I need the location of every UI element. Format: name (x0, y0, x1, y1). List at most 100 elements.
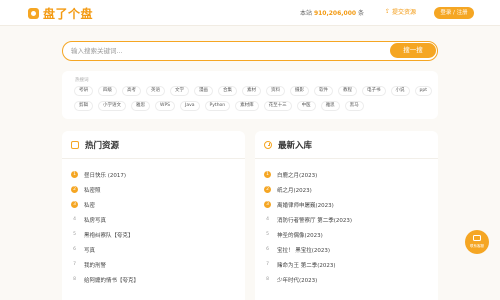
hot-search-card: 热搜词 考研 四级 高考 英语 文学 漫画 合集 素材 资料 摄影 软件 教程 … (62, 71, 438, 119)
hot-tag[interactable]: WPS (155, 101, 176, 111)
rank-number: 5 (73, 232, 76, 237)
hot-tag[interactable]: 教程 (338, 86, 357, 96)
rank-number: 6 (266, 247, 269, 252)
item-title: 少年时代(2023) (277, 277, 318, 284)
hot-tag[interactable]: 考研 (74, 86, 93, 96)
hot-tag[interactable]: 雅思 (131, 101, 150, 111)
item-title: 私密照 (84, 187, 101, 194)
item-title: 写真 (84, 247, 96, 254)
logo-icon (28, 8, 39, 19)
rank-number: 7 (266, 262, 269, 267)
rank-badge: 2 (71, 186, 78, 193)
hot-tag[interactable]: 中医 (296, 101, 316, 111)
customer-service-button[interactable]: 联系客服 (465, 230, 489, 254)
logo-text: 盘了个盘 (43, 7, 94, 21)
rank-number: 8 (73, 277, 76, 282)
rank-badge: 2 (264, 186, 271, 193)
item-title: 赌命为王 第二季(2023) (277, 262, 336, 269)
list-item[interactable]: 2 纸之月(2023) (264, 182, 434, 197)
rank-badge: 3 (264, 201, 271, 208)
chat-bubble-icon (473, 235, 481, 241)
rank-number: 4 (266, 217, 269, 222)
list-item[interactable]: 3 私密 (71, 197, 241, 212)
stats-count: 910,206,000 (313, 10, 357, 17)
hot-tag[interactable]: Python (204, 101, 231, 111)
upload-icon: ⇪ (385, 8, 391, 15)
rank-badge: 3 (71, 201, 78, 208)
item-title: 宝拉！ 黑宝拉(2023) (277, 247, 331, 254)
hot-tag[interactable]: 黑马 (344, 101, 364, 111)
panel-header: 最新入库 (255, 131, 438, 159)
hot-resources-panel: 热门资源 1 昼日快乐 (2017) 2 私密照 3 私密 4 私房写真 5 黑袍纠察队【… (62, 131, 245, 300)
list-item[interactable]: 3 离婚律师申屠巍(2023) (264, 197, 434, 212)
hot-tag[interactable]: 文学 (170, 86, 189, 96)
hot-resources-list: 1 昼日快乐 (2017) 2 私密照 3 私密 4 私房写真 5 黑袍纠察队【夸克】 6… (71, 167, 241, 287)
submit-resource-link[interactable]: ⇪ 提交资源 (385, 7, 416, 16)
hot-tag[interactable]: 合集 (218, 86, 237, 96)
folder-icon (71, 140, 79, 149)
item-title: 昼日快乐 (2017) (84, 172, 127, 179)
list-item[interactable]: 7 赌命为王 第二季(2023) (264, 257, 434, 272)
item-title: 白鹿之月(2023) (277, 172, 318, 179)
item-title: 我的刑警 (84, 262, 107, 269)
search-bar: 搜一搜 (62, 41, 438, 61)
hot-tag[interactable]: Java (180, 101, 200, 111)
list-item[interactable]: 8 给阿嬷的情书【夸克】 (71, 272, 241, 287)
clock-icon (264, 140, 272, 149)
hot-search-label: 热搜词 (75, 78, 89, 83)
resource-count: 本站 910,206,000 条 (300, 8, 364, 17)
item-title: 给阿嬷的情书【夸克】 (84, 277, 140, 284)
hot-tag[interactable]: 电子书 (362, 86, 386, 96)
panel-title: 最新入库 (278, 140, 313, 151)
stats-prefix: 本站 (300, 10, 313, 17)
rank-number: 7 (73, 262, 76, 267)
rank-badge: 1 (71, 171, 78, 178)
list-item[interactable]: 1 昼日快乐 (2017) (71, 167, 241, 182)
list-item[interactable]: 1 白鹿之月(2023) (264, 167, 434, 182)
stats-suffix: 条 (358, 10, 365, 17)
hot-tag[interactable]: 素材 (242, 86, 261, 96)
search-input[interactable] (71, 42, 371, 59)
item-title: 纸之月(2023) (277, 187, 312, 194)
hot-tag[interactable]: ppt (414, 86, 432, 96)
list-item[interactable]: 6 写真 (71, 242, 241, 257)
hot-tag[interactable]: 小学语文 (98, 101, 126, 111)
item-title: 私房写真 (84, 217, 107, 224)
item-title: 私密 (84, 202, 96, 209)
rank-number: 6 (73, 247, 76, 252)
hot-tags-row-2: 剪辑 小学语文 雅思 WPS Java Python 素材库 花至十三 中医 雅… (74, 101, 364, 111)
search-button[interactable]: 搜一搜 (390, 43, 436, 58)
hot-tag[interactable]: 漫画 (194, 86, 213, 96)
rank-number: 4 (73, 217, 76, 222)
list-item[interactable]: 5 神圣的偶像(2023) (264, 227, 434, 242)
list-item[interactable]: 7 我的刑警 (71, 257, 241, 272)
hot-tag[interactable]: 小说 (390, 86, 410, 96)
site-logo[interactable]: 盘了个盘 (28, 5, 93, 22)
customer-service-label: 联系客服 (470, 244, 484, 248)
hot-tag[interactable]: 花至十三 (263, 101, 292, 111)
hot-tag[interactable]: 四级 (98, 86, 117, 96)
new-resources-panel: 最新入库 1 白鹿之月(2023) 2 纸之月(2023) 3 离婚律师申屠巍(202… (255, 131, 438, 300)
login-register-button[interactable]: 登录 / 注册 (434, 7, 474, 19)
submit-label: 提交资源 (392, 9, 417, 16)
hot-tag[interactable]: 雅思 (320, 101, 340, 111)
item-title: 消防行者警察厅 第二季(2023) (277, 217, 353, 224)
hot-tag[interactable]: 软件 (314, 86, 333, 96)
hot-tag[interactable]: 英语 (146, 86, 165, 96)
hot-tag[interactable]: 资料 (266, 86, 285, 96)
hot-tag[interactable]: 剪辑 (74, 101, 93, 111)
list-item[interactable]: 4 私房写真 (71, 212, 241, 227)
list-item[interactable]: 2 私密照 (71, 182, 241, 197)
item-title: 黑袍纠察队【夸克】 (84, 232, 134, 239)
rank-number: 5 (266, 232, 269, 237)
list-item[interactable]: 5 黑袍纠察队【夸克】 (71, 227, 241, 242)
item-title: 神圣的偶像(2023) (277, 232, 323, 239)
list-item[interactable]: 8 少年时代(2023) (264, 272, 434, 287)
list-item[interactable]: 6 宝拉！ 黑宝拉(2023) (264, 242, 434, 257)
list-item[interactable]: 4 消防行者警察厅 第二季(2023) (264, 212, 434, 227)
hot-tag[interactable]: 摄影 (290, 86, 309, 96)
hot-tag[interactable]: 素材库 (235, 101, 259, 111)
panel-title: 热门资源 (85, 140, 120, 151)
hot-tag[interactable]: 高考 (122, 86, 141, 96)
rank-badge: 1 (264, 171, 271, 178)
